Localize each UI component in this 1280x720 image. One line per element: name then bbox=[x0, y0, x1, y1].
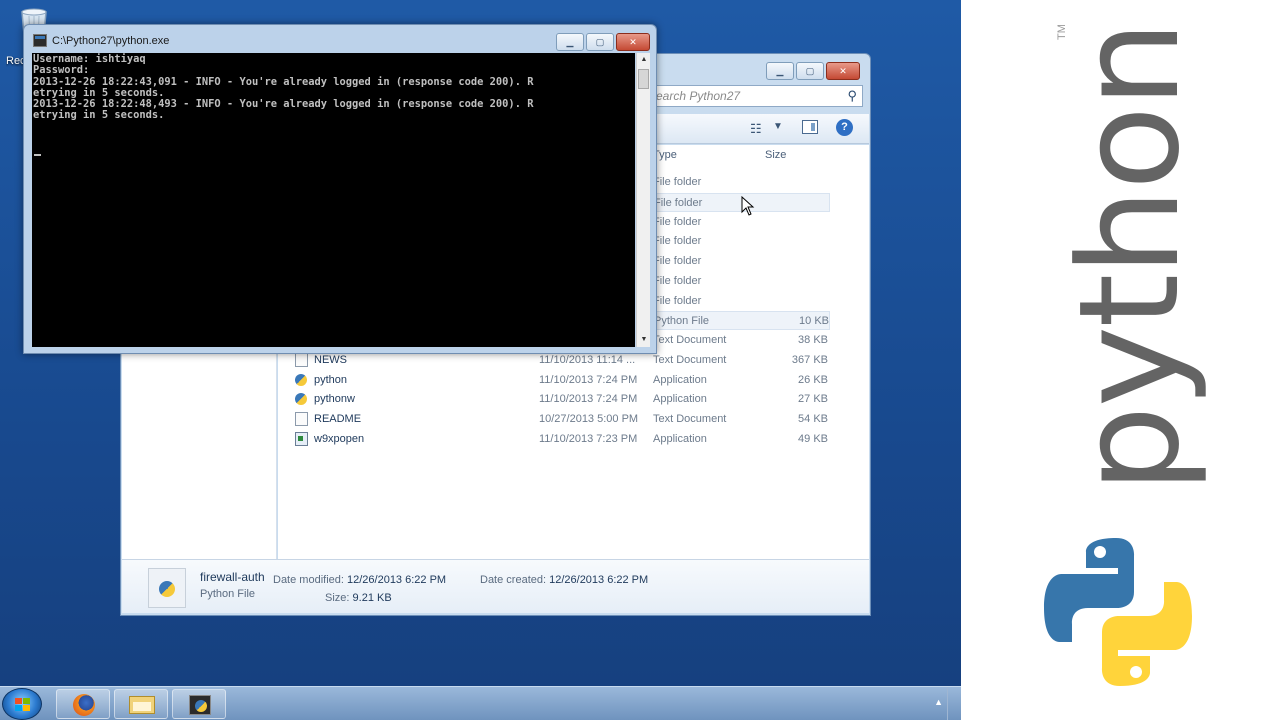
maximize-button[interactable]: ▢ bbox=[796, 62, 824, 80]
explorer-window-controls: ▁ ▢ ✕ bbox=[766, 62, 860, 80]
python-app-icon bbox=[295, 373, 307, 386]
preview-pane-icon[interactable] bbox=[802, 120, 818, 134]
file-row[interactable]: w9xpopen 11/10/2013 7:23 PM Application 49 … bbox=[290, 430, 830, 449]
python-logo-icon bbox=[1044, 538, 1192, 686]
desktop: Recycle Bin ▁ ▢ ✕ Search Python27 ⚲ ☷ ▼ … bbox=[0, 0, 961, 720]
file-type: File folder bbox=[653, 294, 702, 307]
file-date: 11/10/2013 7:23 PM bbox=[539, 432, 638, 445]
taskbar-python-button[interactable] bbox=[172, 689, 226, 719]
file-type: File folder bbox=[653, 274, 702, 287]
details-file-name: firewall-auth bbox=[200, 570, 265, 584]
file-name: python bbox=[314, 373, 348, 386]
application-icon bbox=[295, 431, 308, 446]
search-placeholder: Search Python27 bbox=[648, 89, 741, 103]
scroll-up-icon[interactable]: ▲ bbox=[637, 53, 651, 67]
file-type: File folder bbox=[653, 255, 702, 267]
console-maximize-button[interactable]: ▢ bbox=[586, 33, 614, 51]
python-file-icon bbox=[148, 568, 186, 608]
folder-icon bbox=[129, 696, 155, 714]
python-console-icon bbox=[189, 695, 211, 715]
file-row[interactable]: python 11/10/2013 7:24 PM Application 26 KB bbox=[290, 371, 830, 390]
start-button[interactable] bbox=[2, 688, 42, 720]
file-name: w9xpopen bbox=[314, 432, 365, 445]
file-type: Python File bbox=[654, 315, 710, 328]
file-size: 10 KB bbox=[799, 315, 829, 328]
details-created: Date created: 12/26/2013 6:22 PM bbox=[480, 574, 648, 586]
tray-expand-icon[interactable]: ▲ bbox=[934, 697, 943, 707]
details-size: Size: 9.21 KB bbox=[325, 592, 392, 604]
file-type: Application bbox=[653, 393, 707, 406]
details-created-label: Date created: bbox=[480, 574, 547, 586]
file-type: File folder bbox=[654, 196, 703, 209]
help-icon[interactable]: ? bbox=[836, 119, 853, 136]
file-date: 10/27/2013 5:00 PM bbox=[539, 413, 639, 425]
minimize-button[interactable]: ▁ bbox=[766, 62, 794, 80]
console-scrollbar[interactable]: ▲ ▼ bbox=[636, 53, 650, 347]
file-type: Application bbox=[653, 373, 707, 386]
file-size: 54 KB bbox=[798, 413, 828, 425]
details-pane: firewall-auth Python File Date modified:… bbox=[122, 559, 869, 613]
file-name: NEWS bbox=[314, 353, 347, 366]
console-app-icon[interactable] bbox=[33, 34, 47, 47]
chevron-down-icon[interactable]: ▼ bbox=[773, 121, 783, 132]
console-title: C:\Python27\python.exe bbox=[52, 35, 170, 47]
console-line: Username: ishtiyaq bbox=[33, 53, 146, 65]
windows-logo-icon bbox=[15, 698, 30, 711]
file-type: Text Document bbox=[653, 334, 727, 346]
scroll-down-icon[interactable]: ▼ bbox=[637, 333, 651, 347]
file-row[interactable]: pythonw 11/10/2013 7:24 PM Application 27 K… bbox=[290, 390, 830, 409]
file-size: 38 KB bbox=[798, 334, 828, 346]
file-date: 11/10/2013 7:24 PM bbox=[539, 393, 638, 406]
details-size-label: Size: bbox=[325, 592, 350, 604]
console-cursor bbox=[34, 154, 41, 156]
search-input[interactable]: Search Python27 ⚲ bbox=[641, 85, 863, 107]
details-modified: Date modified: 12/26/2013 6:22 PM bbox=[273, 574, 446, 586]
file-date: 11/10/2013 11:14 ... bbox=[539, 353, 636, 366]
text-document-icon bbox=[295, 352, 308, 367]
column-header-size[interactable]: Size bbox=[765, 149, 786, 161]
details-modified-value: 12/26/2013 6:22 PM bbox=[347, 574, 447, 586]
change-view-icon[interactable]: ☷ bbox=[750, 121, 762, 137]
firefox-icon bbox=[73, 694, 95, 716]
file-row[interactable]: README 10/27/2013 5:00 PM Text Document 54 … bbox=[290, 410, 830, 429]
close-button[interactable]: ✕ bbox=[826, 62, 860, 80]
file-name: pythonw bbox=[314, 393, 355, 406]
taskbar-firefox-button[interactable] bbox=[56, 689, 110, 719]
console-line: Password: bbox=[33, 64, 90, 77]
file-size: 367 KB bbox=[791, 353, 828, 366]
console-close-button[interactable]: ✕ bbox=[616, 33, 650, 51]
console-output[interactable]: Username: ishtiyaq Password: 2013-12-26 18… bbox=[32, 53, 635, 347]
search-icon[interactable]: ⚲ bbox=[847, 88, 857, 104]
file-size: 49 KB bbox=[798, 432, 828, 445]
file-size: 27 KB bbox=[798, 393, 828, 406]
file-type: File folder bbox=[653, 215, 702, 228]
console-line: etrying in 5 seconds. bbox=[33, 109, 165, 122]
file-date: 11/10/2013 7:24 PM bbox=[539, 373, 638, 386]
details-modified-label: Date modified: bbox=[273, 574, 344, 586]
text-document-icon bbox=[295, 412, 308, 426]
file-type: Text Document bbox=[653, 413, 727, 425]
file-type: File folder bbox=[653, 176, 702, 188]
details-file-type: Python File bbox=[200, 588, 256, 600]
console-minimize-button[interactable]: ▁ bbox=[556, 33, 584, 51]
file-type: Application bbox=[653, 432, 707, 445]
details-created-value: 12/26/2013 6:22 PM bbox=[549, 574, 649, 586]
file-size: 26 KB bbox=[798, 373, 828, 386]
console-window: C:\Python27\python.exe ▁ ▢ ✕ Username: i… bbox=[23, 24, 657, 354]
mouse-cursor-icon bbox=[741, 196, 755, 216]
file-type: File folder bbox=[653, 235, 702, 248]
scrollbar-thumb[interactable] bbox=[638, 69, 649, 89]
taskbar-explorer-button[interactable] bbox=[114, 689, 168, 719]
details-size-value: 9.21 KB bbox=[352, 592, 392, 604]
console-text: Username: ishtiyaq Password: 2013-12-26 18… bbox=[33, 53, 533, 122]
python-app-icon bbox=[295, 393, 307, 406]
console-window-controls: ▁ ▢ ✕ bbox=[556, 33, 650, 51]
taskbar: ▲ bbox=[0, 686, 961, 720]
file-type: Text Document bbox=[653, 353, 727, 366]
python-wordmark-text: python bbox=[1049, 22, 1210, 493]
file-name: README bbox=[314, 413, 362, 425]
show-desktop-button[interactable] bbox=[947, 687, 961, 720]
